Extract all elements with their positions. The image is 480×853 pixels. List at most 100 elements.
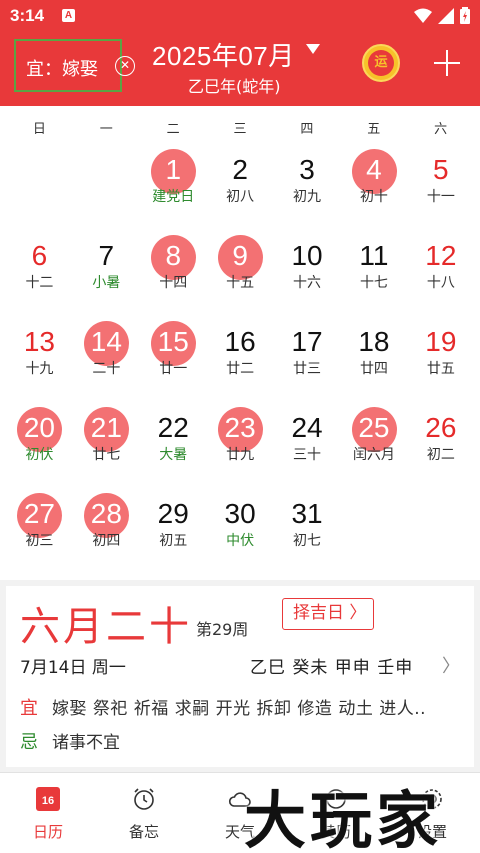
settings-icon: [422, 789, 442, 809]
ganzhi-text[interactable]: 乙巳 癸未 甲申 壬申: [250, 653, 413, 678]
day-number: 23: [224, 412, 256, 443]
day-cell[interactable]: 7 小暑: [73, 230, 140, 316]
lunar-day-label: 廿一: [159, 361, 188, 377]
day-cell[interactable]: 15 廿一: [140, 316, 207, 402]
ji-label: 忌: [20, 732, 38, 753]
lunar-day-label: 十五: [226, 275, 255, 291]
caret-down-icon[interactable]: [306, 44, 320, 54]
day-number: 14: [90, 326, 122, 357]
lunar-day-label: 初四: [92, 533, 121, 549]
day-number: 4: [366, 154, 382, 185]
weekday-label: 三: [233, 122, 247, 137]
lunar-day-label: 小暑: [92, 275, 121, 291]
yi-filter-label[interactable]: 宜：嫁娶: [26, 55, 98, 81]
lunar-day-label: 廿三: [293, 361, 322, 377]
day-cell[interactable]: 9 十五: [207, 230, 274, 316]
lunar-day-label: 中伏: [226, 533, 255, 549]
solar-date: 7月14日 周一: [20, 658, 126, 678]
lunar-day-label: 三十: [293, 447, 322, 463]
system-icons: [414, 7, 470, 24]
cloud-icon: [228, 792, 251, 807]
nav-settings[interactable]: 设置: [384, 773, 480, 853]
nav-weather[interactable]: 天气: [192, 773, 288, 853]
lunar-day-label: 初十: [359, 189, 388, 205]
weekday-label: 五: [367, 122, 381, 137]
wifi-icon: [414, 8, 432, 23]
day-number: 7: [98, 240, 115, 271]
status-bar: 3:14 A: [0, 0, 480, 32]
weekday-label: 四: [300, 122, 314, 137]
day-cell[interactable]: 17 廿三: [274, 316, 341, 402]
day-cell[interactable]: 18 廿四: [341, 316, 408, 402]
lunar-day-label: 初二: [426, 447, 455, 463]
day-cell[interactable]: 13 十九: [6, 316, 73, 402]
day-number: 24: [291, 412, 323, 443]
nav-calendar[interactable]: 16 日历: [0, 773, 96, 853]
day-cell[interactable]: 26 初二: [407, 402, 474, 488]
day-number: 25: [358, 412, 390, 443]
nav-label: 天气: [224, 823, 255, 841]
day-cell[interactable]: 19 廿五: [407, 316, 474, 402]
day-number: 27: [23, 498, 56, 529]
nav-memo[interactable]: 备忘: [96, 773, 192, 853]
month-title[interactable]: 2025年07月: [152, 36, 295, 73]
day-number: 29: [157, 498, 189, 529]
day-number: 13: [23, 326, 56, 357]
day-cell[interactable]: 16 廿二: [207, 316, 274, 402]
day-cell[interactable]: 20 初伏: [6, 402, 73, 488]
chevron-right-icon[interactable]: 〉: [442, 652, 460, 678]
day-cell[interactable]: 27 初三: [6, 488, 73, 574]
day-cell[interactable]: 10 十六: [274, 230, 341, 316]
day-cell[interactable]: 6 十二: [6, 230, 73, 316]
weekday-label: 一: [99, 122, 113, 137]
day-cell[interactable]: 28 初四: [73, 488, 140, 574]
day-cell[interactable]: 5 十一: [407, 144, 474, 230]
day-cell[interactable]: 22 大暑: [140, 402, 207, 488]
almanac-icon: [326, 789, 346, 809]
day-cell[interactable]: 25 闰六月: [341, 402, 408, 488]
lunar-day-label: 十九: [25, 361, 54, 377]
close-icon[interactable]: ✕: [115, 56, 135, 76]
day-cell[interactable]: 31 初七: [274, 488, 341, 574]
day-cell[interactable]: 1 建党日: [140, 144, 207, 230]
day-cell[interactable]: 21 廿七: [73, 402, 140, 488]
day-cell[interactable]: 14 二十: [73, 316, 140, 402]
header-bar: 3:14 A 宜：嫁娶 ✕ 2025年07月 乙巳年(蛇年) 运: [0, 0, 480, 106]
yi-items: 嫁娶 祭祀 祈福 求嗣 开光 拆卸 修造 动土 进人..: [52, 699, 427, 719]
day-cell[interactable]: 24 三十: [274, 402, 341, 488]
signal-icon: [438, 7, 454, 24]
lunar-day-label: 十六: [293, 275, 322, 291]
day-number: 9: [232, 240, 248, 271]
battery-icon: [460, 7, 470, 24]
status-time: 3:14: [10, 6, 45, 25]
lunar-day-label: 十八: [426, 275, 455, 291]
day-cell[interactable]: 8 十四: [140, 230, 207, 316]
month-calendar: 日 一 二 三 四 五 六 1 建党日 2 初八 3 初九 4 初十 5 十一 6 十二 7 小暑 8 十四 9…: [0, 106, 480, 580]
add-icon[interactable]: [434, 50, 460, 76]
day-number: 31: [291, 498, 323, 529]
day-cell[interactable]: 12 十八: [407, 230, 474, 316]
lunar-day-label: 闰六月: [352, 447, 395, 463]
day-cell[interactable]: 29 初五: [140, 488, 207, 574]
day-cell[interactable]: 23 廿九: [207, 402, 274, 488]
yi-label: 宜: [20, 698, 38, 719]
lunar-day-label: 初伏: [25, 447, 54, 463]
ji-items: 诸事不宜: [52, 733, 120, 753]
day-cell[interactable]: 11 十七: [341, 230, 408, 316]
day-number: 10: [291, 240, 323, 271]
year-subtitle: 乙巳年(蛇年): [188, 77, 281, 96]
day-number: 8: [165, 240, 182, 271]
day-cell[interactable]: 4 初十: [341, 144, 408, 230]
fortune-button[interactable]: 运: [362, 44, 400, 82]
day-number: 1: [165, 154, 182, 185]
lunar-date-large: 六月二十: [20, 604, 192, 650]
nav-label: 设置: [416, 823, 447, 841]
nav-almanac[interactable]: 黄历: [288, 773, 384, 853]
day-number: 11: [359, 240, 389, 271]
day-number: 20: [23, 412, 56, 443]
weekday-header: 日 一 二 三 四 五 六: [6, 118, 474, 138]
day-cell[interactable]: 3 初九: [274, 144, 341, 230]
choose-auspicious-day-button[interactable]: 择吉日 〉: [282, 598, 374, 630]
day-cell[interactable]: 30 中伏: [207, 488, 274, 574]
day-cell[interactable]: 2 初八: [207, 144, 274, 230]
